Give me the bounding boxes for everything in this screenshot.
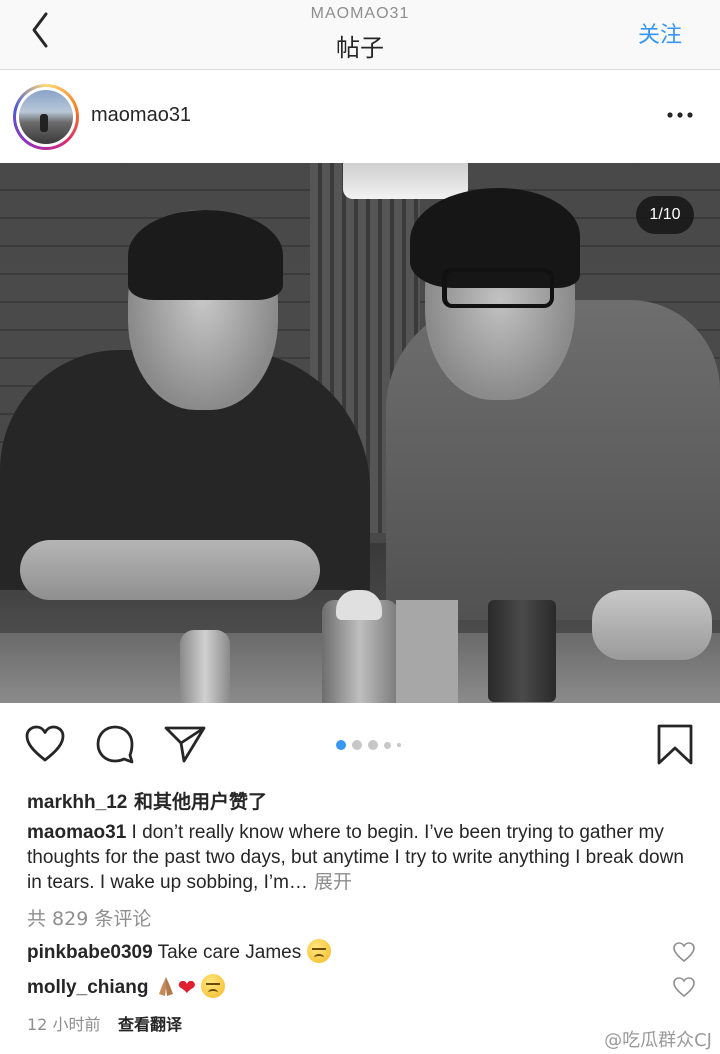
- back-button[interactable]: [22, 10, 62, 50]
- photo-napkin-box: [396, 600, 458, 703]
- comment-text: Take care James: [152, 942, 307, 963]
- photo-person-right-hand: [592, 590, 712, 660]
- photo-person-left-arm: [20, 540, 320, 600]
- sad-face-emoji-icon: [201, 974, 226, 998]
- share-button[interactable]: [163, 723, 207, 770]
- photo-bottle-cap: [336, 590, 382, 620]
- post-photo[interactable]: 1/10: [0, 163, 720, 703]
- page-title: 帖子: [336, 34, 384, 62]
- carousel-dot-active: [336, 740, 346, 750]
- carousel-dot: [352, 740, 362, 750]
- carousel-indicator: [336, 739, 401, 751]
- view-all-comments-link[interactable]: 共 829 条评论: [27, 904, 151, 931]
- photo-cup: [488, 600, 556, 702]
- see-translation-button[interactable]: 查看翻译: [118, 1011, 182, 1035]
- carousel-dot: [397, 743, 401, 747]
- post-timestamp: 12 小时前: [27, 1015, 101, 1034]
- more-options-button[interactable]: [666, 103, 694, 127]
- avatar[interactable]: [13, 84, 79, 150]
- avatar-image: [19, 90, 73, 144]
- heart-icon: [673, 942, 695, 963]
- comment-button[interactable]: [94, 723, 136, 770]
- heart-icon: [673, 977, 695, 998]
- send-icon: [164, 726, 206, 763]
- comment-username[interactable]: pinkbabe0309: [27, 942, 153, 963]
- likes-user[interactable]: markhh_12: [27, 792, 127, 813]
- action-bar: [0, 703, 720, 783]
- carousel-dot: [384, 741, 391, 749]
- save-button[interactable]: [655, 723, 695, 772]
- post-header: maomao31: [0, 71, 720, 163]
- caption-username[interactable]: maomao31: [27, 822, 126, 843]
- image-counter: 1/10: [636, 196, 694, 234]
- more-horizontal-icon: [667, 112, 693, 118]
- likes-suffix: 和其他用户赞了: [127, 791, 267, 813]
- comment-like-button[interactable]: [672, 976, 696, 1003]
- nav-subtitle: MAOMAO31: [310, 5, 410, 22]
- comment-username[interactable]: molly_chiang: [27, 977, 148, 998]
- carousel-dot: [368, 740, 378, 750]
- photo-lamp: [343, 163, 468, 199]
- comment-like-button[interactable]: [672, 941, 696, 968]
- comment-item: molly_chiang ❤: [27, 974, 226, 1001]
- chevron-left-icon: [32, 12, 48, 48]
- caption-text: I don’t really know where to begin. I’ve…: [27, 822, 684, 893]
- post-caption: maomao31 I don’t really know where to be…: [27, 821, 697, 896]
- avatar-border: [16, 87, 76, 147]
- post-username[interactable]: maomao31: [91, 104, 191, 127]
- like-button[interactable]: [24, 724, 66, 769]
- photo-bottle-small: [180, 630, 230, 703]
- comment-item: pinkbabe0309 Take care James: [27, 939, 331, 964]
- top-nav-bar: MAOMAO31 帖子 关注: [0, 0, 720, 70]
- heart-icon: [25, 725, 65, 762]
- red-heart-emoji-icon: ❤: [177, 975, 197, 1000]
- sad-face-emoji-icon: [306, 939, 331, 963]
- bookmark-icon: [657, 724, 693, 765]
- folded-hands-emoji-icon: [158, 977, 173, 996]
- follow-button[interactable]: 关注: [638, 17, 682, 49]
- photo-person-left-hair: [128, 210, 283, 300]
- comment-icon: [96, 725, 134, 764]
- photo-glasses: [442, 268, 554, 308]
- watermark: @吃瓜群众CJ: [604, 1030, 712, 1051]
- expand-caption-button[interactable]: 展开: [308, 871, 352, 893]
- likes-summary[interactable]: markhh_12 和其他用户赞了: [27, 787, 267, 814]
